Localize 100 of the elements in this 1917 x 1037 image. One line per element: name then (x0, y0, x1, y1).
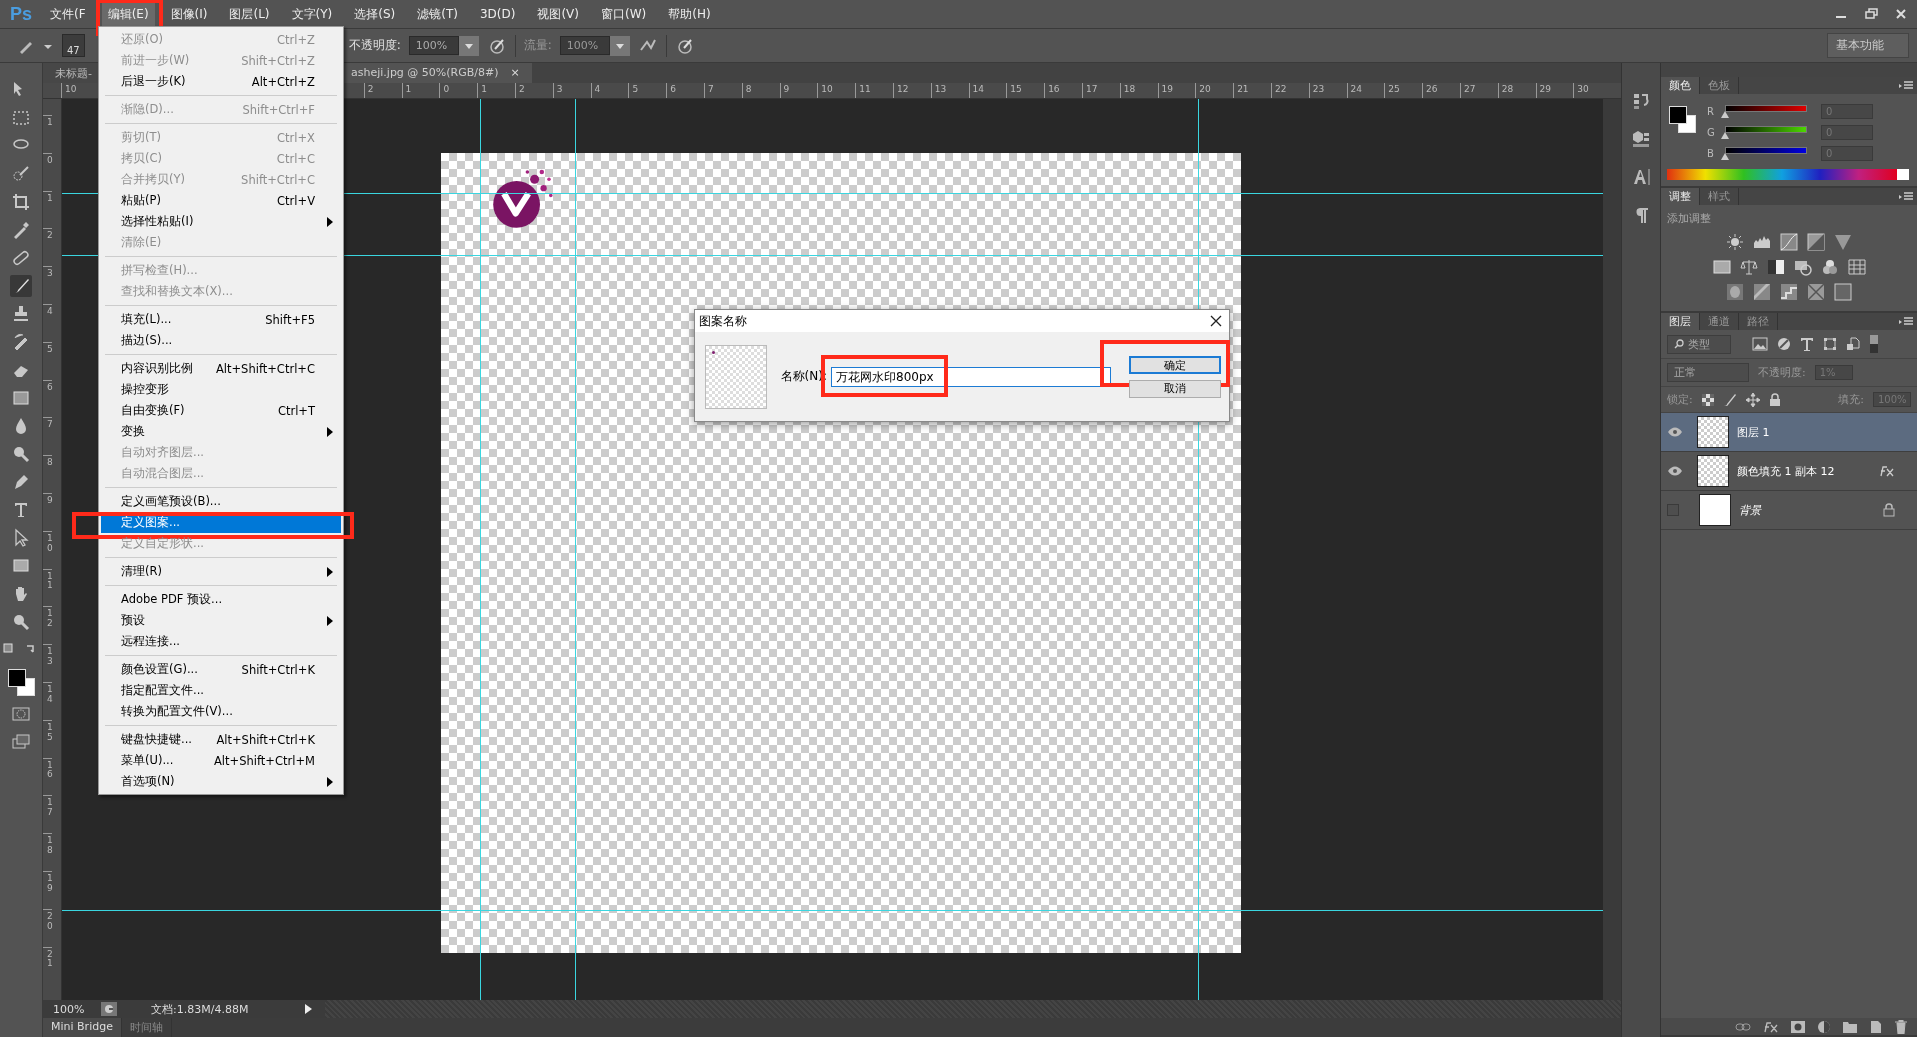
diagonal-icon[interactable] (1753, 283, 1771, 301)
shape-filter-icon[interactable] (1823, 337, 1837, 351)
opacity-field[interactable]: 100% (408, 36, 459, 55)
menu-bar-item[interactable]: 视图(V) (531, 2, 585, 26)
panel-menu-icon[interactable] (1899, 191, 1913, 202)
brush-size-picker[interactable]: 47 (62, 34, 85, 57)
type-filter-icon[interactable] (1800, 337, 1814, 351)
menu-item[interactable]: 填充(L)... Shift+F5 (101, 309, 341, 330)
half-square-icon[interactable] (1766, 258, 1785, 276)
layer-row[interactable]: 背景 (1661, 491, 1917, 530)
mask-icon[interactable] (1791, 1020, 1805, 1033)
color-swatches[interactable] (6, 667, 36, 697)
new-layer-icon[interactable] (1869, 1019, 1883, 1034)
dropdown-icon[interactable] (458, 35, 479, 56)
adjustment-icon[interactable] (1817, 1019, 1831, 1034)
menu-item[interactable]: 选择性粘贴(I) (101, 211, 341, 232)
blend-mode-dropdown[interactable]: 正常 (1667, 363, 1749, 382)
menu-item[interactable]: 自由变换(F) Ctrl+T (101, 400, 341, 421)
panel-menu-icon[interactable] (1899, 80, 1913, 91)
menu-bar-item[interactable]: 文件(F (44, 2, 92, 26)
color-swatches[interactable] (1667, 104, 1697, 134)
menu-item[interactable]: 后退一步(K) Alt+Ctrl+Z (101, 71, 341, 92)
folder-icon[interactable] (1843, 1020, 1857, 1033)
effects-icon[interactable] (1879, 465, 1895, 477)
menu-bar-item[interactable]: 图像(I) (164, 2, 214, 26)
sun-icon[interactable] (1726, 233, 1744, 251)
menu-bar-item[interactable]: 帮助(H) (662, 2, 717, 26)
x-square-icon[interactable] (1807, 283, 1825, 301)
lock-transparency-icon[interactable] (1701, 393, 1714, 406)
circles-icon[interactable] (1820, 258, 1839, 276)
menu-item[interactable]: 操控变形 (101, 379, 341, 400)
slider-thumb[interactable] (1721, 152, 1729, 160)
panel-tab[interactable]: 图层 (1661, 313, 1700, 330)
curve-icon[interactable] (1780, 233, 1798, 251)
menu-item[interactable]: 远程连接... (101, 631, 341, 652)
crop-tool-icon[interactable] (10, 191, 32, 213)
grid-icon[interactable] (1847, 258, 1866, 276)
filter-toggle-icon[interactable] (1869, 334, 1879, 354)
menu-bar-item[interactable]: 选择(S) (348, 2, 402, 26)
scales-icon[interactable] (1739, 258, 1758, 276)
gradient-bar-icon[interactable] (1712, 258, 1731, 276)
panel-menu-icon[interactable] (1899, 316, 1913, 327)
menu-item[interactable]: 定义画笔预设(B)... (101, 491, 341, 512)
slider-thumb[interactable] (1721, 110, 1729, 118)
slider-thumb[interactable] (1721, 131, 1729, 139)
lock-move-icon[interactable] (1745, 392, 1760, 407)
panel-tab[interactable]: 颜色 (1661, 77, 1700, 94)
effects-icon[interactable] (1763, 1020, 1779, 1033)
menu-bar-item[interactable]: 窗口(W) (595, 2, 653, 26)
menu-item[interactable]: Adobe PDF 预设... (101, 589, 341, 610)
layer-row[interactable]: 图层 1 (1661, 413, 1917, 452)
camera-icon[interactable] (1793, 258, 1812, 276)
menu-item[interactable]: 粘贴(P) Ctrl+V (101, 190, 341, 211)
flow-field[interactable]: 100% (559, 36, 610, 55)
stairs-icon[interactable] (1780, 283, 1798, 301)
panel-tab[interactable]: Mini Bridge (43, 1018, 122, 1037)
menu-item[interactable]: 键盘快捷键... Alt+Shift+Ctrl+K (101, 729, 341, 750)
document-tab[interactable]: 未标题- (43, 63, 99, 83)
image-filter-icon[interactable] (1752, 337, 1768, 351)
eye-icon[interactable] (1667, 427, 1683, 437)
menu-bar-item[interactable]: 编辑(E) (101, 2, 155, 26)
menu-bar-item[interactable]: 文字(Y) (285, 2, 339, 26)
menu-item[interactable]: 内容识别比例 Alt+Shift+Ctrl+C (101, 358, 341, 379)
menu-bar-item[interactable]: 3D(D) (473, 4, 522, 24)
exposure-icon[interactable] (1807, 233, 1825, 251)
panel-tab[interactable]: 调整 (1661, 188, 1700, 205)
panel-tab[interactable]: 样式 (1700, 188, 1739, 205)
circle-half-icon[interactable] (1777, 337, 1791, 351)
character-icon[interactable] (1631, 167, 1651, 187)
eye-icon[interactable] (1667, 466, 1683, 476)
menu-item[interactable]: 描边(S)... (101, 330, 341, 351)
close-icon[interactable] (1209, 314, 1223, 328)
link-icon[interactable] (1735, 1021, 1751, 1032)
smart-object-icon[interactable] (1846, 337, 1860, 351)
history-icon[interactable] (1631, 91, 1651, 111)
menu-item[interactable]: 首选项(N) (101, 771, 341, 792)
triangle-icon[interactable] (1834, 233, 1852, 251)
menu-item[interactable]: 菜单(U)... Alt+Shift+Ctrl+M (101, 750, 341, 771)
menu-item[interactable]: 清理(R) (101, 561, 341, 582)
menu-item[interactable]: 预设 (101, 610, 341, 631)
color-spectrum[interactable] (1667, 169, 1909, 180)
panel-tab[interactable]: 通道 (1700, 313, 1739, 330)
menu-item[interactable]: 转换为配置文件(V)... (101, 701, 341, 722)
name-input-field[interactable]: 万花网水印800px (831, 366, 1111, 387)
circle-slash-icon[interactable] (1726, 283, 1744, 301)
dropdown-icon[interactable] (609, 35, 630, 56)
dialog-button[interactable]: 确定 (1129, 355, 1221, 374)
menu-item[interactable]: 变换 (101, 421, 341, 442)
export-icon[interactable] (101, 1002, 117, 1016)
menu-item[interactable]: 颜色设置(G)... Shift+Ctrl+K (101, 659, 341, 680)
menu-bar-item[interactable]: 图层(L) (223, 2, 276, 26)
vertical-scrollbar[interactable] (1603, 99, 1621, 1000)
visibility-toggle[interactable] (1667, 504, 1679, 516)
menu-bar-item[interactable]: 滤镜(T) (411, 2, 464, 26)
brush-tool-icon[interactable] (10, 275, 32, 297)
dialog-button[interactable]: 取消 (1129, 379, 1221, 398)
trash-icon[interactable] (1895, 1019, 1907, 1034)
menu-item[interactable]: 指定配置文件... (101, 680, 341, 701)
layer-row[interactable]: 颜色填充 1 副本 12 (1661, 452, 1917, 491)
workspace-dropdown[interactable]: 基本功能 (1827, 33, 1909, 58)
